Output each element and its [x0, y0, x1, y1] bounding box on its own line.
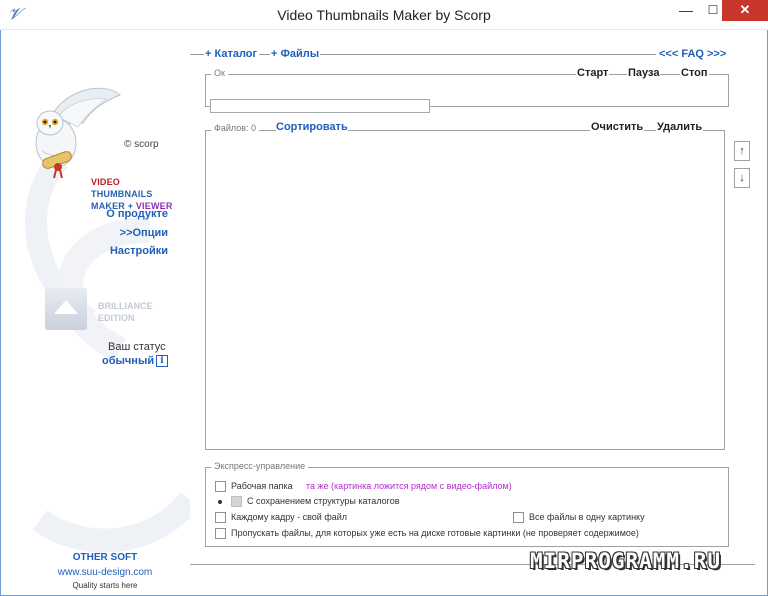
- keep-structure-label: С сохранением структуры каталогов: [247, 496, 400, 506]
- bullet-icon: [218, 500, 222, 504]
- brilliance-line2: EDITION: [98, 313, 135, 323]
- faq-link[interactable]: <<< FAQ >>>: [659, 48, 726, 60]
- other-soft-link[interactable]: OTHER SOFT: [0, 552, 210, 563]
- file-list[interactable]: [205, 130, 725, 450]
- files-count: Файлов: 0: [211, 123, 260, 133]
- sort-link[interactable]: Сортировать: [276, 121, 348, 133]
- scorp-copyright: © scorp: [124, 139, 159, 150]
- move-up-button[interactable]: ↑: [734, 141, 750, 161]
- all-in-one-label: Все файлы в одну картинку: [529, 512, 645, 522]
- keep-structure-checkbox[interactable]: [231, 496, 242, 507]
- stop-button[interactable]: Стоп: [680, 67, 709, 79]
- brilliance-line1: BRILLIANCE: [98, 301, 153, 311]
- options-link[interactable]: >>Опции: [120, 227, 168, 239]
- info-icon[interactable]: i: [156, 355, 168, 367]
- each-frame-checkbox[interactable]: [215, 512, 226, 523]
- owl-logo-icon: [35, 87, 121, 179]
- toolbar-rule-left: [190, 54, 204, 55]
- about-link[interactable]: О продукте: [106, 208, 168, 220]
- status-label: Ваш статус: [108, 341, 166, 353]
- watermark: MIRPROGRAMM.RU: [530, 549, 722, 573]
- delete-button[interactable]: Удалить: [656, 121, 704, 133]
- logo-line-video: VIDEO: [91, 177, 121, 187]
- website-link[interactable]: www.suu-design.com: [0, 567, 210, 578]
- skip-existing-checkbox[interactable]: [215, 528, 226, 539]
- skip-existing-label: Пропускать файлы, для которых уже есть н…: [231, 528, 639, 538]
- all-in-one-checkbox[interactable]: [513, 512, 524, 523]
- tagline: Quality starts here: [72, 581, 138, 590]
- toolbar-rule-mid: [259, 54, 270, 55]
- sidebar: © scorp VIDEO THUMBNAILS MAKER + VIEWER …: [0, 30, 190, 596]
- progress-bar: [210, 99, 430, 113]
- each-frame-label: Каждому кадру - свой файл: [231, 512, 348, 522]
- close-button[interactable]: ✕: [722, 0, 768, 21]
- add-files-link[interactable]: + Файлы: [271, 48, 319, 60]
- settings-link[interactable]: Настройки: [110, 245, 168, 257]
- logo-line-thumbnails: THUMBNAILS: [91, 189, 153, 199]
- start-button[interactable]: Старт: [576, 67, 610, 79]
- clear-button[interactable]: Очистить: [590, 121, 645, 133]
- toolbar-rule-right: [320, 54, 656, 55]
- pause-button[interactable]: Пауза: [627, 67, 661, 79]
- progress-status: Ок: [211, 68, 228, 78]
- minimize-button[interactable]: —: [672, 0, 700, 21]
- work-folder-value[interactable]: та же (картинка ложится рядом с видео-фа…: [306, 481, 512, 491]
- work-folder-label: Рабочая папка: [231, 481, 293, 491]
- status-value[interactable]: обычный: [102, 355, 154, 367]
- window-title: Video Thumbnails Maker by Scorp: [277, 7, 491, 23]
- brilliance-edition-label: BRILLIANCE EDITION: [98, 300, 153, 324]
- product-logo-text: VIDEO THUMBNAILS MAKER + VIEWER: [91, 176, 173, 212]
- express-control-legend: Экспресс-управление: [211, 461, 309, 471]
- brilliance-edition-icon[interactable]: [45, 288, 87, 330]
- add-catalog-link[interactable]: + Каталог: [205, 48, 257, 60]
- title-bar: 𝓥 Video Thumbnails Maker by Scorp — ☐ ✕: [0, 0, 768, 30]
- move-down-button[interactable]: ↓: [734, 168, 750, 188]
- work-folder-checkbox[interactable]: [215, 481, 226, 492]
